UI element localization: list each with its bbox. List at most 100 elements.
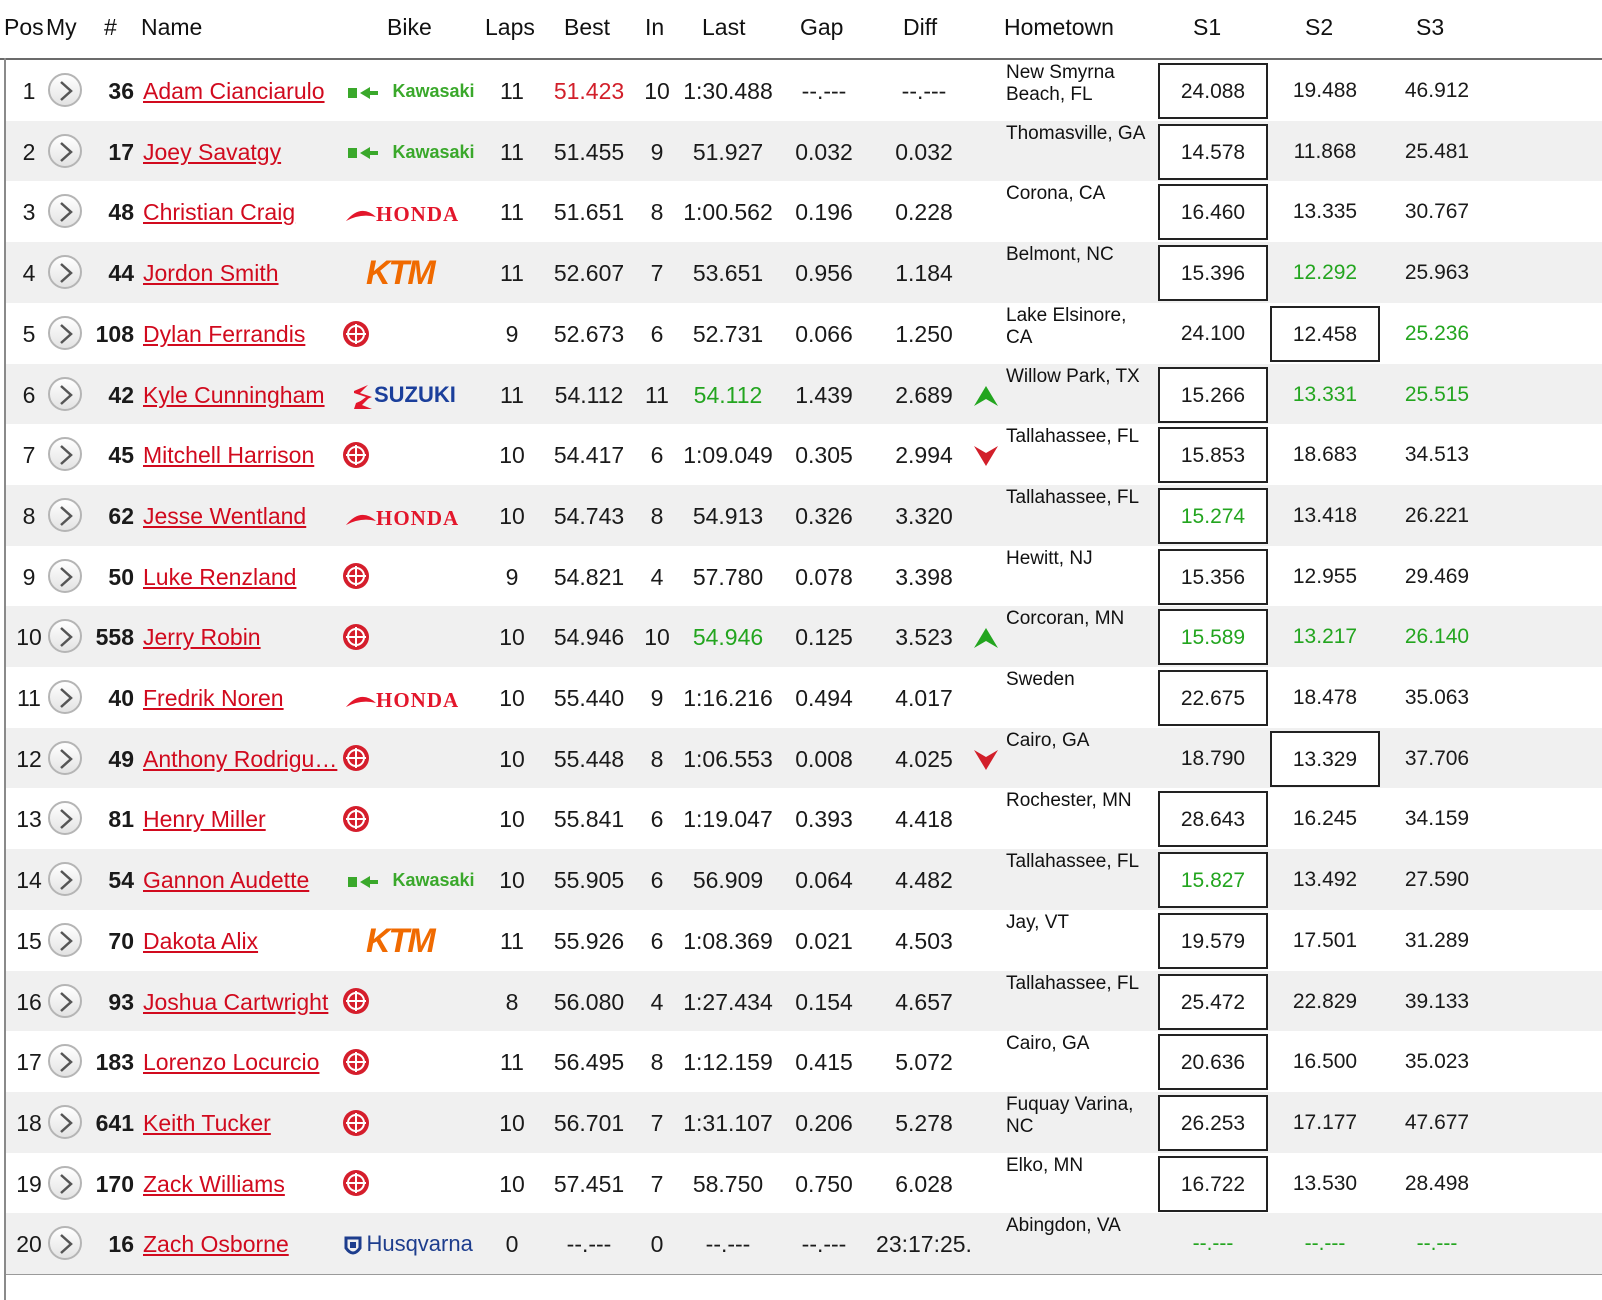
rider-name-link[interactable]: Jerry Robin (143, 606, 339, 668)
header-s1[interactable]: S1 (1193, 14, 1221, 41)
rider-name-link[interactable]: Fredrik Noren (143, 667, 339, 729)
rider-name-link[interactable]: Dylan Ferrandis (143, 303, 339, 365)
table-row: 12 49 Anthony Rodrigu…YAMAHA 10 55.448 8 1:06.… (6, 727, 1602, 838)
laps: 8 (505, 988, 519, 1015)
rider-name-link[interactable]: Luke Renzland (143, 546, 339, 608)
rider-detail-button[interactable] (48, 1104, 82, 1139)
best-lap-in: 10 (644, 78, 670, 104)
best-lap-in: 9 (650, 138, 664, 165)
rider-detail-button[interactable] (48, 862, 82, 897)
bike-name: HONDA (376, 505, 460, 530)
bike-name: KTM (366, 921, 436, 960)
sector-1: 19.579 (1158, 912, 1268, 969)
ktm-logo-icon: KTM (366, 910, 436, 979)
bike-logo: YAMAHA (338, 1031, 488, 1141)
last-lap: 52.731 (692, 320, 764, 347)
laps: 10 (499, 867, 525, 894)
rider-detail-button[interactable] (48, 133, 82, 168)
rider-name-link[interactable]: Lorenzo Locurcio (143, 1031, 339, 1093)
rider-name-link[interactable]: Anthony Rodrigu… (143, 728, 339, 790)
sector-2: 12.955 (1292, 564, 1358, 588)
rider-number: 81 (108, 806, 134, 833)
rider-name-link[interactable]: Mitchell Harrison (143, 424, 339, 486)
header-number[interactable]: # (104, 14, 117, 41)
hometown: Rochester, MN (1006, 790, 1132, 812)
rider-detail-button[interactable] (48, 619, 82, 654)
diff: 5.278 (895, 1109, 953, 1136)
rider-detail-button[interactable] (48, 922, 82, 957)
bike-logo: KTM (338, 242, 488, 304)
rider-detail-button[interactable] (48, 1165, 82, 1200)
rider-detail-button[interactable] (48, 558, 82, 593)
rider-detail-button[interactable] (48, 73, 82, 107)
rider-name-link[interactable]: Jordon Smith (143, 242, 339, 304)
best-lap-in: 6 (650, 442, 664, 469)
rider-name-link[interactable]: Henry Miller (143, 788, 339, 850)
rider-name-link[interactable]: Dakota Alix (143, 910, 339, 972)
rider-name-link[interactable]: Zack Williams (143, 1153, 339, 1215)
sector-3: 47.677 (1404, 1110, 1470, 1134)
diff: 5.072 (895, 1049, 953, 1076)
honda-logo-icon: HONDA (346, 181, 459, 250)
chevron-right-icon (60, 991, 73, 1012)
gap: 0.326 (795, 502, 853, 529)
header-name[interactable]: Name (141, 14, 202, 41)
rider-name-link[interactable]: Zach Osborne (143, 1213, 339, 1275)
best-lap-in: 7 (650, 1109, 664, 1136)
rider-detail-button[interactable] (48, 983, 82, 1018)
rider-detail-button[interactable] (48, 376, 82, 411)
rider-name-link[interactable]: Keith Tucker (143, 1092, 339, 1154)
rider-name-link[interactable]: Kyle Cunningham (143, 364, 339, 426)
best-lap-in: 9 (650, 685, 664, 711)
position: 17 (16, 1049, 42, 1076)
best-lap-in: 6 (650, 806, 664, 833)
sector-1: 15.274 (1158, 487, 1268, 544)
rider-name-link[interactable]: Joey Savatgy (143, 121, 339, 183)
rider-name-link[interactable]: Adam Cianciarulo (143, 60, 339, 122)
rider-detail-button[interactable] (48, 740, 82, 775)
rider-name-link[interactable]: Joshua Cartwright (143, 971, 339, 1033)
gap: 0.206 (795, 1109, 853, 1136)
header-s3[interactable]: S3 (1416, 14, 1444, 41)
header-laps[interactable]: Laps (485, 14, 535, 41)
bike-logo: Husqvarna (338, 1213, 488, 1275)
rider-number: 40 (108, 685, 134, 711)
sector-3: 30.767 (1404, 200, 1470, 224)
best-lap: 56.701 (553, 1109, 625, 1136)
header-last[interactable]: Last (702, 14, 745, 41)
best-lap: 56.495 (553, 1049, 625, 1076)
sector-2: 12.458 (1270, 305, 1380, 362)
rider-detail-button[interactable] (48, 437, 82, 472)
rider-name-link[interactable]: Jesse Wentland (143, 485, 339, 547)
diff: 4.418 (895, 806, 953, 833)
honda-logo-icon: HONDA (346, 667, 459, 736)
header-hometown[interactable]: Hometown (1004, 14, 1114, 41)
rider-detail-button[interactable] (48, 194, 82, 229)
header-gap[interactable]: Gap (800, 14, 843, 41)
chevron-right-icon (60, 1173, 73, 1194)
header-s2[interactable]: S2 (1305, 14, 1333, 41)
header-diff[interactable]: Diff (903, 14, 937, 41)
hometown: Corona, CA (1006, 183, 1106, 205)
rider-detail-button[interactable] (48, 1226, 82, 1261)
best-lap-in: 8 (650, 1049, 664, 1076)
header-pos[interactable]: Pos (4, 14, 44, 41)
laps: 10 (499, 745, 525, 772)
rider-detail-button[interactable] (48, 315, 82, 350)
rider-detail-button[interactable] (48, 497, 82, 532)
header-bike[interactable]: Bike (387, 14, 432, 41)
rider-detail-button[interactable] (48, 680, 82, 714)
rider-number: 183 (95, 1049, 134, 1076)
rider-number: 48 (108, 199, 134, 226)
rider-name-link[interactable]: Gannon Audette (143, 849, 339, 911)
header-my[interactable]: My (46, 14, 77, 41)
rider-name-link[interactable]: Christian Craig (143, 181, 339, 243)
rider-detail-button[interactable] (48, 801, 82, 836)
rider-detail-button[interactable] (48, 255, 82, 290)
rider-number: 93 (108, 988, 134, 1015)
rider-detail-button[interactable] (48, 1044, 82, 1079)
header-best[interactable]: Best (564, 14, 610, 41)
header-in[interactable]: In (645, 14, 664, 41)
last-lap: 56.909 (692, 867, 764, 894)
chevron-right-icon (60, 627, 73, 648)
